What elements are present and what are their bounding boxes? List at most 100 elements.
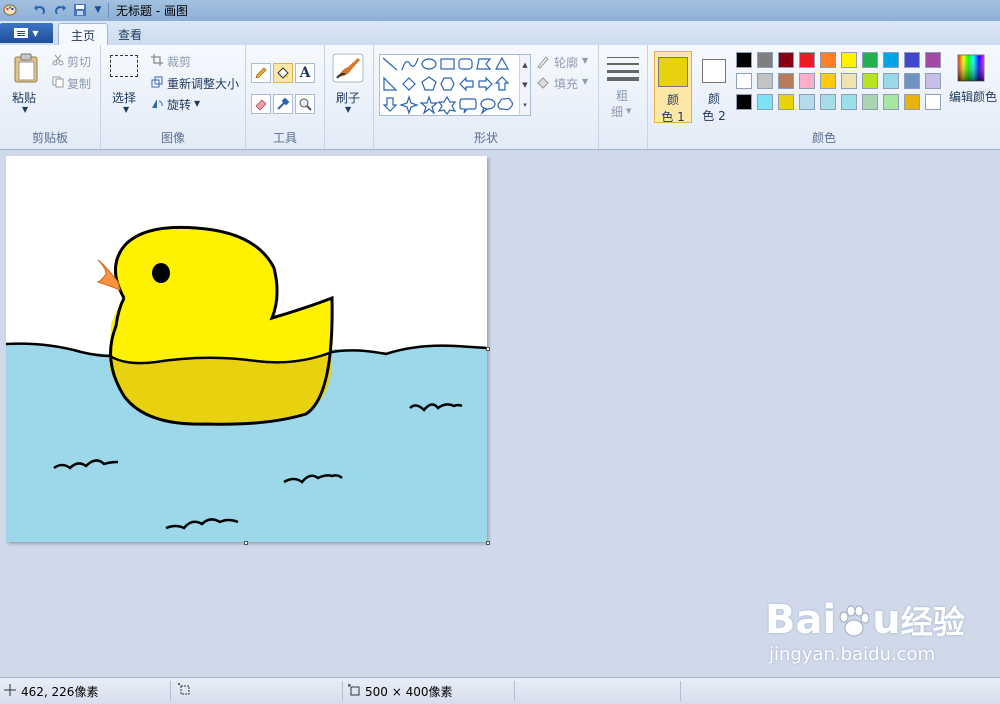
palette-swatch[interactable] (736, 52, 752, 68)
colors-group: 颜 色 1 颜 色 2 编辑颜色 颜色 (648, 45, 1000, 149)
palette-swatch[interactable] (883, 94, 899, 110)
tab-home[interactable]: 主页 (58, 23, 109, 46)
outline-dropdown-icon[interactable]: ▼ (582, 56, 588, 65)
color-picker-icon[interactable] (273, 94, 293, 114)
palette-swatch[interactable] (778, 94, 794, 110)
magnifier-icon[interactable] (295, 94, 315, 114)
palette-swatch[interactable] (925, 94, 941, 110)
color2-label-1: 颜 (707, 92, 720, 106)
brushes-button[interactable]: 刷子 (336, 89, 360, 106)
copy-button[interactable]: 复制 (67, 75, 91, 92)
customize-toolbar-icon[interactable]: ▼ (90, 2, 106, 18)
paste-button[interactable]: 粘贴 (12, 89, 36, 106)
select-dropdown-icon[interactable]: ▼ (123, 105, 129, 114)
palette-swatch[interactable] (841, 52, 857, 68)
paint-app-icon[interactable] (2, 2, 18, 18)
rotate-dropdown-icon[interactable]: ▼ (194, 99, 200, 108)
resize-icon[interactable] (151, 76, 163, 91)
color1-selector[interactable]: 颜 色 1 (654, 51, 692, 124)
outline-button[interactable]: 轮廓 (554, 54, 578, 71)
eraser-icon[interactable] (251, 94, 271, 114)
line-shape-icon (382, 57, 398, 71)
resize-handle-corner[interactable] (486, 541, 490, 545)
canvas-size-icon (348, 684, 360, 699)
shapes-gallery-scroll[interactable]: ▲ ▼ ▾ (519, 55, 530, 115)
redo-icon[interactable] (52, 2, 68, 18)
cut-button[interactable]: 剪切 (67, 53, 91, 70)
drawing-canvas[interactable] (5, 156, 488, 542)
palette-swatch[interactable] (778, 73, 794, 89)
palette-swatch[interactable] (757, 52, 773, 68)
select-button[interactable]: 选择 (112, 89, 136, 106)
palette-swatch[interactable] (820, 73, 836, 89)
fill-dropdown-icon[interactable]: ▼ (582, 77, 588, 86)
palette-swatch[interactable] (757, 94, 773, 110)
color2-selector[interactable]: 颜 色 2 (695, 51, 733, 123)
palette-swatch[interactable] (925, 73, 941, 89)
palette-swatch[interactable] (862, 73, 878, 89)
status-bar: 462, 226像素 500 × 400像素 (0, 677, 1000, 704)
size-group: 粗 细 ▼ (599, 45, 648, 149)
size-dropdown-icon[interactable]: ▼ (626, 107, 631, 115)
brush-icon[interactable] (332, 53, 364, 86)
tab-view[interactable]: 查看 (106, 23, 154, 45)
fill-icon[interactable] (536, 76, 550, 93)
edit-colors-button[interactable]: 编辑颜色 (949, 88, 997, 105)
copy-icon[interactable] (52, 76, 64, 91)
fill-bucket-icon[interactable] (273, 63, 293, 83)
resize-handle-bottom[interactable] (244, 541, 248, 545)
resize-button[interactable]: 重新调整大小 (167, 75, 239, 92)
watermark-brand: Bai (765, 597, 837, 643)
palette-swatch[interactable] (799, 52, 815, 68)
duck-eye (152, 263, 170, 283)
crosshair-icon (4, 684, 16, 699)
palette-swatch[interactable] (862, 52, 878, 68)
palette-swatch[interactable] (925, 52, 941, 68)
shapes-gallery[interactable]: ▲ ▼ ▾ (379, 54, 531, 116)
crop-icon[interactable] (151, 54, 163, 69)
rotate-icon[interactable] (151, 97, 163, 112)
size-label-1[interactable]: 粗 (616, 87, 628, 104)
status-divider-2 (342, 681, 343, 701)
save-icon[interactable] (72, 2, 88, 18)
palette-swatch[interactable] (757, 73, 773, 89)
text-tool-icon[interactable]: A (295, 63, 315, 83)
baidu-watermark: Bai u经验 jingyan.baidu.com (765, 598, 965, 665)
fill-button[interactable]: 填充 (554, 75, 578, 92)
curve-shape-icon (401, 57, 419, 71)
palette-swatch[interactable] (736, 94, 752, 110)
outline-icon[interactable] (536, 55, 550, 72)
palette-swatch[interactable] (841, 94, 857, 110)
palette-swatch[interactable] (904, 94, 920, 110)
line-width-icon[interactable] (607, 55, 639, 84)
diamond-shape-icon (402, 77, 416, 91)
palette-swatch[interactable] (799, 73, 815, 89)
app-menu-button[interactable]: ▼ (0, 23, 53, 43)
palette-swatch[interactable] (904, 52, 920, 68)
palette-swatch[interactable] (799, 94, 815, 110)
size-label-2[interactable]: 细 (611, 103, 623, 120)
paste-dropdown-icon[interactable]: ▼ (22, 105, 28, 114)
pencil-icon[interactable] (251, 63, 271, 83)
image-group-label: 图像 (160, 131, 185, 145)
crop-button[interactable]: 裁剪 (167, 53, 191, 70)
color1-swatch (658, 57, 688, 87)
select-icon[interactable] (110, 55, 138, 77)
palette-swatch[interactable] (778, 52, 794, 68)
palette-swatch[interactable] (883, 73, 899, 89)
undo-icon[interactable] (32, 2, 48, 18)
palette-swatch[interactable] (736, 73, 752, 89)
edit-colors-icon[interactable] (957, 54, 985, 85)
resize-handle-right[interactable] (486, 347, 490, 351)
cut-icon[interactable] (52, 54, 64, 69)
watermark-url: jingyan.baidu.com (769, 644, 936, 665)
palette-swatch[interactable] (820, 52, 836, 68)
palette-swatch[interactable] (904, 73, 920, 89)
paste-icon[interactable] (13, 53, 39, 86)
palette-swatch[interactable] (820, 94, 836, 110)
palette-swatch[interactable] (862, 94, 878, 110)
rotate-button[interactable]: 旋转 (167, 96, 191, 113)
palette-swatch[interactable] (841, 73, 857, 89)
palette-swatch[interactable] (883, 52, 899, 68)
brushes-dropdown-icon[interactable]: ▼ (345, 105, 351, 114)
